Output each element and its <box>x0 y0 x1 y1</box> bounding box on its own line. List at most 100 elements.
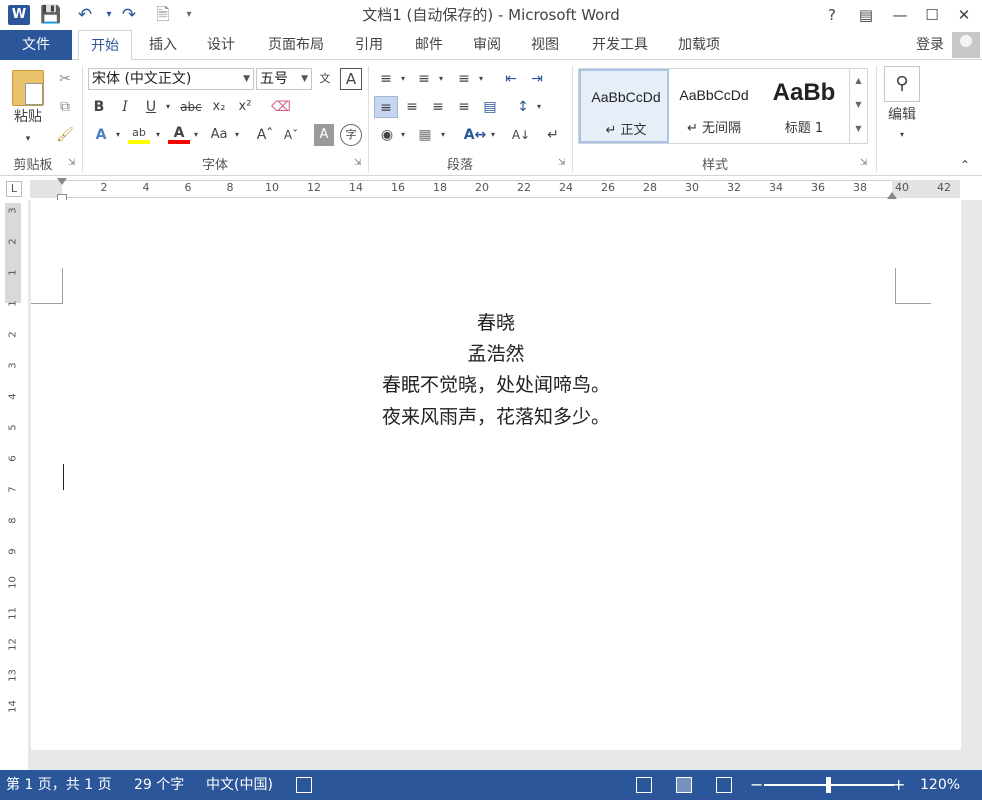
align-center-icon[interactable]: ≡ <box>400 96 424 118</box>
superscript-icon[interactable]: x² <box>234 96 256 118</box>
borders-dropdown-icon[interactable]: ▾ <box>438 124 448 146</box>
text-effects-icon[interactable]: A <box>90 124 112 146</box>
underline-dropdown-icon[interactable]: ▾ <box>162 96 174 118</box>
page-count[interactable]: 第 1 页，共 1 页 <box>6 770 112 800</box>
multilevel-dropdown-icon[interactable]: ▾ <box>476 68 486 90</box>
paste-icon[interactable] <box>12 70 44 106</box>
tab-insert[interactable]: 插入 <box>136 30 190 60</box>
tab-references[interactable]: 引用 <box>342 30 396 60</box>
collapse-ribbon-icon[interactable]: ⌃ <box>956 154 974 176</box>
poem-line[interactable]: 春眠不觉晓，处处闻啼鸟。 <box>31 370 961 397</box>
character-border-icon[interactable]: A <box>340 68 362 90</box>
editing-dropdown-icon[interactable]: ▾ <box>894 124 910 146</box>
tab-design[interactable]: 设计 <box>194 30 248 60</box>
text-effects-dropdown-icon[interactable]: ▾ <box>112 124 124 146</box>
style-heading-1[interactable]: AaBb 标题 1 <box>759 69 849 143</box>
font-name-select[interactable]: 宋体 (中文正文) ▼ <box>88 68 254 90</box>
first-line-indent-marker[interactable] <box>57 178 67 185</box>
italic-icon[interactable]: I <box>114 96 136 118</box>
gallery-down-icon[interactable]: ▼ <box>850 93 867 117</box>
highlight-dropdown-icon[interactable]: ▾ <box>152 124 164 146</box>
styles-launcher-icon[interactable]: ⇲ <box>860 158 868 168</box>
redo-icon[interactable]: ↷ <box>116 4 142 26</box>
clipboard-launcher-icon[interactable]: ⇲ <box>68 158 76 168</box>
multilevel-list-icon[interactable]: ≡ <box>452 68 476 90</box>
align-left-icon[interactable]: ≡ <box>374 96 398 118</box>
change-case-dropdown-icon[interactable]: ▾ <box>232 124 242 146</box>
borders-icon[interactable]: ▦ <box>414 124 436 146</box>
web-layout-icon[interactable] <box>716 777 732 793</box>
tab-review[interactable]: 审阅 <box>460 30 514 60</box>
format-painter-icon[interactable]: 🖌 <box>54 124 76 146</box>
font-color-dropdown-icon[interactable]: ▾ <box>190 124 202 146</box>
copy-icon[interactable]: ⧉ <box>54 96 76 118</box>
tab-view[interactable]: 视图 <box>518 30 572 60</box>
paste-button[interactable]: 粘贴 <box>8 106 48 128</box>
zoom-in-button[interactable]: + <box>892 770 905 800</box>
highlight-icon[interactable]: ab <box>128 122 150 144</box>
tab-file[interactable]: 文件 <box>0 30 72 60</box>
phonetic-guide-icon[interactable]: 文 <box>314 68 336 90</box>
document-page[interactable]: 春晓 孟浩然 春眠不觉晓，处处闻啼鸟。 夜来风雨声，花落知多少。 <box>31 200 961 750</box>
shading-dropdown-icon[interactable]: ▾ <box>398 124 408 146</box>
read-mode-icon[interactable] <box>636 777 652 793</box>
bullets-icon[interactable]: ≡ <box>374 68 398 90</box>
line-spacing-dropdown-icon[interactable]: ▾ <box>534 96 544 118</box>
line-spacing-icon[interactable]: ↕ <box>512 96 534 118</box>
increase-indent-icon[interactable]: ⇥ <box>526 68 548 90</box>
zoom-level[interactable]: 120% <box>920 770 960 800</box>
language-indicator[interactable]: 中文(中国) <box>206 770 273 800</box>
shading-icon[interactable]: ◉ <box>376 124 398 146</box>
bullets-dropdown-icon[interactable]: ▾ <box>398 68 408 90</box>
numbering-icon[interactable]: ≡ <box>412 68 436 90</box>
poem-title[interactable]: 春晓 <box>31 308 961 335</box>
tab-selector[interactable]: L <box>6 181 22 197</box>
save-icon[interactable]: 💾 <box>38 4 64 26</box>
paste-dropdown-icon[interactable]: ▾ <box>20 128 36 150</box>
zoom-out-button[interactable]: − <box>750 770 763 800</box>
show-marks-icon[interactable]: ↵ <box>542 124 564 146</box>
print-layout-icon[interactable] <box>676 777 692 793</box>
font-color-icon[interactable]: A <box>168 122 190 144</box>
maximize-icon[interactable]: ☐ <box>916 0 948 30</box>
style-no-spacing[interactable]: AaBbCcDd ↵ 无间隔 <box>669 69 759 143</box>
undo-icon[interactable]: ↶ <box>72 4 98 26</box>
cut-icon[interactable]: ✂ <box>54 68 76 90</box>
character-shading-icon[interactable]: A <box>314 124 334 146</box>
sort-icon[interactable]: A↓ <box>510 124 532 146</box>
clear-formatting-icon[interactable]: ⌫ <box>270 96 292 118</box>
gallery-up-icon[interactable]: ▲ <box>850 69 867 93</box>
shrink-font-icon[interactable]: Aˇ <box>280 124 302 146</box>
macro-record-icon[interactable] <box>296 777 312 793</box>
bold-icon[interactable]: B <box>88 96 110 118</box>
tab-developer[interactable]: 开发工具 <box>580 30 660 60</box>
underline-icon[interactable]: U <box>140 96 162 118</box>
tab-addins[interactable]: 加载项 <box>668 30 730 60</box>
change-case-icon[interactable]: Aa <box>206 124 232 146</box>
tab-mailings[interactable]: 邮件 <box>402 30 456 60</box>
tab-page-layout[interactable]: 页面布局 <box>256 30 336 60</box>
asian-layout-icon[interactable]: A↔ <box>462 124 488 146</box>
font-launcher-icon[interactable]: ⇲ <box>354 158 362 168</box>
minimize-icon[interactable]: — <box>884 0 916 30</box>
find-binoculars-icon[interactable]: ⚲ <box>884 66 920 102</box>
justify-icon[interactable]: ≡ <box>452 96 476 118</box>
numbering-dropdown-icon[interactable]: ▾ <box>436 68 446 90</box>
zoom-slider-thumb[interactable] <box>826 777 831 793</box>
tab-home[interactable]: 开始 <box>78 30 132 61</box>
enclose-characters-icon[interactable]: 字 <box>340 124 362 146</box>
grow-font-icon[interactable]: Aˆ <box>254 124 276 146</box>
word-app-icon[interactable]: W <box>8 5 30 25</box>
close-icon[interactable]: ✕ <box>948 0 980 30</box>
ribbon-display-icon[interactable]: ▤ <box>850 0 882 30</box>
decrease-indent-icon[interactable]: ⇤ <box>500 68 522 90</box>
poem-line[interactable]: 夜来风雨声，花落知多少。 <box>31 402 961 429</box>
asian-layout-dropdown-icon[interactable]: ▾ <box>488 124 498 146</box>
font-size-select[interactable]: 五号 ▼ <box>256 68 312 90</box>
subscript-icon[interactable]: x₂ <box>208 96 230 118</box>
distributed-icon[interactable]: ▤ <box>478 96 502 118</box>
avatar[interactable] <box>952 32 980 58</box>
print-preview-icon[interactable]: 🗎 <box>150 4 176 26</box>
strikethrough-icon[interactable]: abc <box>178 96 204 118</box>
paragraph-launcher-icon[interactable]: ⇲ <box>558 158 566 168</box>
